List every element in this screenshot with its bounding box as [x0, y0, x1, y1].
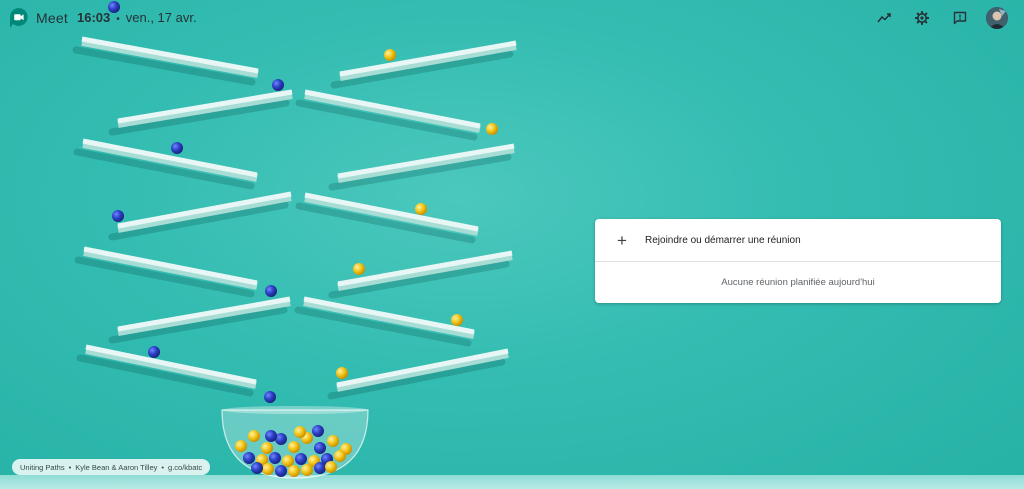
ramp-1 [72, 36, 259, 86]
current-date: ven., 17 avr. [125, 10, 197, 25]
yellow-marble [327, 435, 339, 447]
yellow-marble [325, 461, 337, 473]
ramp-14 [327, 348, 509, 400]
feedback-icon[interactable] [948, 6, 972, 30]
ramp-13 [76, 344, 257, 397]
blue-marble [314, 462, 326, 474]
header-actions [858, 6, 1008, 30]
artwork-artists: Kyle Bean & Aaron Tilley [75, 462, 158, 472]
ramp-2 [330, 40, 517, 89]
yellow-marble [301, 464, 313, 476]
blue-marble [264, 391, 276, 403]
blue-marble [314, 442, 326, 454]
blue-marble [112, 210, 124, 222]
ramp-11 [108, 296, 291, 344]
yellow-marble [334, 450, 346, 462]
yellow-marble [384, 49, 396, 61]
yellow-marble [415, 203, 427, 215]
ramp-3 [108, 89, 293, 136]
ramps [72, 36, 517, 400]
blue-marble [295, 453, 307, 465]
yellow-marble [353, 263, 365, 275]
trending-up-icon[interactable] [872, 6, 896, 30]
blue-marble [265, 430, 277, 442]
ramp-9 [74, 246, 258, 298]
yellow-marble [288, 441, 300, 453]
yellow-marble [282, 455, 294, 467]
ramp-12 [294, 296, 475, 347]
ramp-6 [328, 143, 515, 191]
plus-icon: + [617, 230, 627, 250]
top-bar: Meet 16:03 • ven., 17 avr. [0, 0, 1024, 36]
yellow-marble [451, 314, 463, 326]
blue-marble [265, 285, 277, 297]
brand[interactable]: Meet [10, 8, 68, 28]
yellow-marble [288, 465, 300, 477]
join-or-start-meeting-label: Rejoindre ou démarrer une réunion [645, 234, 801, 246]
gear-icon[interactable] [910, 6, 934, 30]
ramp-7 [108, 191, 292, 241]
app-name: Meet [36, 10, 68, 26]
artwork-credit[interactable]: Uniting Paths • Kyle Bean & Aaron Tilley… [12, 459, 211, 475]
artwork-title: Uniting Paths [20, 462, 65, 472]
blue-marble [272, 79, 284, 91]
yellow-marble [262, 463, 274, 475]
blue-marble [148, 346, 160, 358]
ramp-5 [73, 138, 258, 190]
yellow-marble [261, 442, 273, 454]
no-meetings-message: Aucune réunion planifiée aujourd'hui [721, 277, 875, 288]
blue-marble [243, 452, 255, 464]
yellow-marble [486, 123, 498, 135]
current-time: 16:03 [77, 10, 111, 25]
time-date-separator: • [116, 14, 120, 25]
blue-marble [251, 462, 263, 474]
join-or-start-meeting-button[interactable]: + Rejoindre ou démarrer une réunion [595, 219, 1001, 261]
credit-separator: • [68, 462, 72, 472]
avatar[interactable] [986, 7, 1008, 29]
meeting-card: + Rejoindre ou démarrer une réunion Aucu… [595, 219, 1001, 303]
background-artwork [72, 1, 517, 479]
yellow-marble [336, 367, 348, 379]
meet-logo-icon [10, 8, 28, 28]
yellow-marble [248, 430, 260, 442]
blue-marble [269, 452, 281, 464]
marbles [108, 1, 498, 477]
ramp-8 [295, 192, 479, 244]
blue-marble [171, 142, 183, 154]
credit-separator: • [161, 462, 165, 472]
artwork-link[interactable]: g.co/kbatc [168, 463, 202, 472]
yellow-marble [235, 440, 247, 452]
clock: 16:03 • ven., 17 avr. [77, 10, 197, 25]
blue-marble [312, 425, 324, 437]
blue-marble [275, 465, 287, 477]
ramp-4 [295, 89, 481, 141]
yellow-marble [294, 426, 306, 438]
